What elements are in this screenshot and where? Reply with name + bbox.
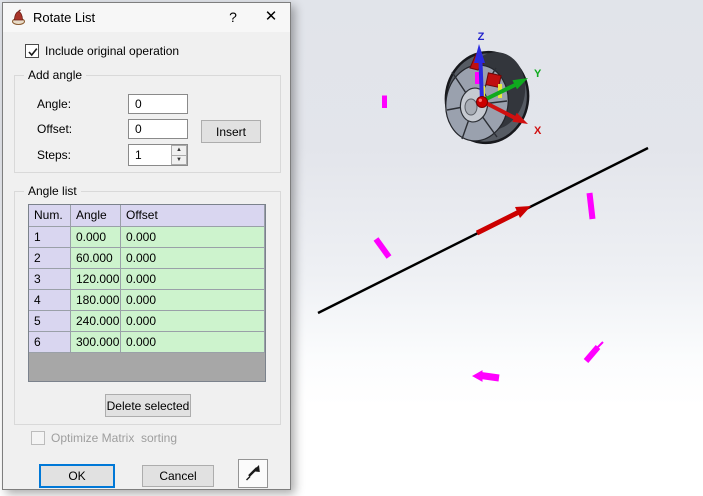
help-button[interactable]: ? — [216, 3, 250, 31]
row-num-cell[interactable]: 5 — [29, 311, 71, 332]
steps-stepper: ▲ ▼ — [128, 144, 188, 166]
optimize-matrix-label: Optimize Matrix sorting — [51, 431, 178, 445]
x-axis-label: X — [534, 125, 542, 137]
table-row[interactable]: 6 300.000 0.000 — [29, 332, 265, 353]
row-angle-cell[interactable]: 300.000 — [71, 332, 121, 353]
add-angle-group-label: Add angle — [24, 68, 87, 82]
angle-list-group-label: Angle list — [24, 184, 81, 198]
spinner-down-button[interactable]: ▼ — [171, 154, 187, 165]
check-icon — [28, 48, 38, 57]
row-num-cell[interactable]: 1 — [29, 227, 71, 248]
table-header-row: Num. Angle Offset — [29, 205, 265, 227]
row-offset-cell[interactable]: 0.000 — [121, 248, 265, 269]
include-original-label: Include original operation — [45, 44, 180, 58]
row-offset-cell[interactable]: 0.000 — [121, 269, 265, 290]
highlight-mark — [586, 192, 596, 220]
highlight-mark — [373, 237, 392, 259]
highlight-mark — [596, 341, 604, 349]
table-row[interactable]: 5 240.000 0.000 — [29, 311, 265, 332]
pick-button[interactable] — [238, 459, 268, 488]
row-num-cell[interactable]: 4 — [29, 290, 71, 311]
table-row[interactable]: 2 60.000 0.000 — [29, 248, 265, 269]
highlight-mark — [480, 372, 500, 382]
highlight-mark — [475, 72, 480, 84]
angle-list-table[interactable]: Num. Angle Offset 1 0.000 0.000 2 60.000… — [28, 204, 266, 382]
y-axis-label: Y — [534, 68, 542, 80]
row-num-cell[interactable]: 2 — [29, 248, 71, 269]
z-axis — [478, 61, 484, 102]
delete-selected-button[interactable]: Delete selected — [105, 394, 191, 417]
origin-highlight — [478, 98, 482, 103]
row-num-cell[interactable]: 6 — [29, 332, 71, 353]
column-header-num: Num. — [29, 205, 71, 227]
direction-arrow — [475, 206, 531, 236]
include-original-checkbox[interactable]: Include original operation — [25, 44, 179, 58]
row-offset-cell[interactable]: 0.000 — [121, 227, 265, 248]
rotate-list-dialog: Rotate List ? ✕ Include original operati… — [2, 2, 291, 490]
insert-button[interactable]: Insert — [201, 120, 261, 143]
close-button[interactable]: ✕ — [254, 3, 288, 31]
highlight-mark — [583, 345, 601, 363]
angle-field-label: Angle: — [37, 97, 72, 111]
rotate-list-app-icon — [12, 9, 25, 25]
table-row[interactable]: 3 120.000 0.000 — [29, 269, 265, 290]
highlight-arrow — [471, 370, 483, 382]
steps-field-label: Steps: — [37, 148, 72, 162]
angle-list-group: Angle list Num. Angle Offset 1 0.000 0.0… — [14, 184, 281, 425]
cancel-button[interactable]: Cancel — [142, 465, 214, 487]
row-angle-cell[interactable]: 240.000 — [71, 311, 121, 332]
checkbox-checked[interactable] — [25, 44, 39, 58]
row-angle-cell[interactable]: 180.000 — [71, 290, 121, 311]
row-angle-cell[interactable]: 120.000 — [71, 269, 121, 290]
ok-button[interactable]: OK — [39, 464, 115, 488]
offset-field-label: Offset: — [37, 122, 73, 136]
row-offset-cell[interactable]: 0.000 — [121, 290, 265, 311]
row-offset-cell[interactable]: 0.000 — [121, 311, 265, 332]
row-offset-cell[interactable]: 0.000 — [121, 332, 265, 353]
row-num-cell[interactable]: 3 — [29, 269, 71, 290]
row-angle-cell[interactable]: 0.000 — [71, 227, 121, 248]
add-angle-group: Add angle Angle: Offset: Insert Steps: ▲… — [14, 68, 281, 173]
spinner-up-button[interactable]: ▲ — [171, 145, 187, 155]
dialog-title: Rotate List — [33, 10, 96, 25]
optimize-matrix-checkbox[interactable]: Optimize Matrix sorting — [31, 431, 177, 445]
column-header-angle: Angle — [71, 205, 121, 227]
z-axis-label: Z — [478, 31, 485, 43]
table-row[interactable]: 4 180.000 0.000 — [29, 290, 265, 311]
angle-input[interactable] — [128, 94, 188, 114]
checkbox-unchecked[interactable] — [31, 431, 45, 445]
column-header-offset: Offset — [121, 205, 265, 227]
cad-workspace: Z Y X Rotate List ? ✕ Include original o… — [0, 0, 703, 496]
dialog-titlebar[interactable]: Rotate List ? ✕ — [3, 3, 290, 32]
diagonal-arrow-icon — [246, 465, 260, 481]
table-row[interactable]: 1 0.000 0.000 — [29, 227, 265, 248]
steps-spinner: ▲ ▼ — [171, 145, 187, 165]
offset-input[interactable] — [128, 119, 188, 139]
origin-point — [476, 96, 488, 108]
row-angle-cell[interactable]: 60.000 — [71, 248, 121, 269]
